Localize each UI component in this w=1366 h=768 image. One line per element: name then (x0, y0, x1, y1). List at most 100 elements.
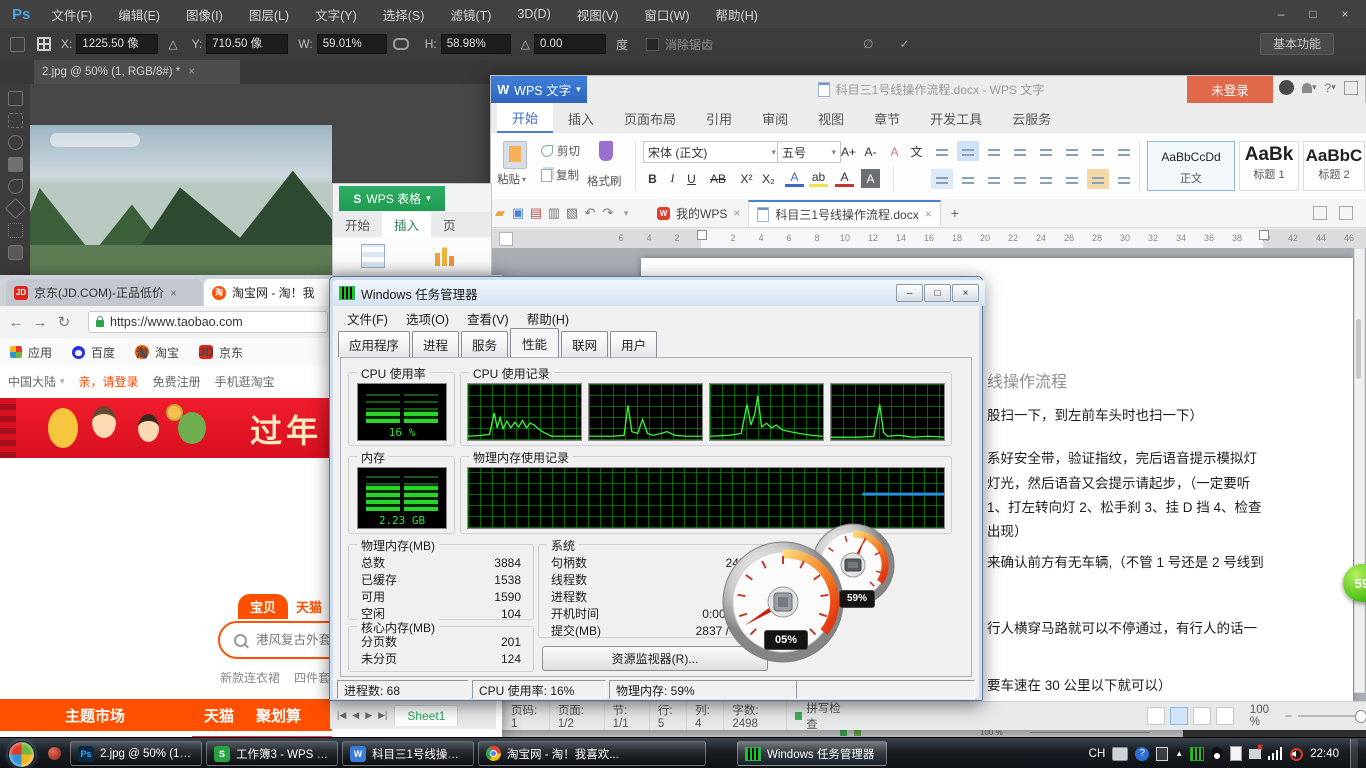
nav-tmall[interactable]: 天猫 (204, 705, 234, 726)
first-sheet-icon[interactable]: |◀ (334, 710, 349, 721)
menu-item[interactable]: 选项(O) (397, 309, 458, 328)
minimize-icon[interactable]: – (896, 284, 923, 302)
insert-table-icon[interactable] (1113, 141, 1135, 161)
menu-item[interactable]: 视图(V) (564, 0, 632, 28)
tab-stop-selector[interactable] (499, 232, 513, 246)
bullet-list-icon[interactable] (931, 141, 953, 161)
sheets-zoom-slider[interactable] (1030, 732, 1150, 733)
close-icon[interactable]: × (1332, 7, 1358, 21)
ribbon-tab[interactable]: 审阅 (747, 103, 803, 133)
commit-transform-icon[interactable]: ✓ (899, 37, 909, 51)
stamp-tool-icon[interactable] (8, 223, 23, 238)
align-left-icon[interactable] (931, 169, 953, 189)
reload-icon[interactable]: ↻ (52, 313, 76, 331)
nav-market[interactable]: 主题市场 (0, 705, 190, 726)
tab[interactable]: 应用程序 (338, 331, 410, 357)
ribbon-tab[interactable]: 云服务 (997, 103, 1066, 133)
spellcheck-label[interactable]: 拼写检查 (806, 700, 847, 732)
account-icon[interactable]: ▾ (1302, 82, 1317, 93)
address-bar[interactable]: https://www.taobao.com (88, 311, 328, 333)
export-pdf-icon[interactable]: ▤ (527, 203, 545, 223)
mobile-link[interactable]: 手机逛淘宝 (215, 373, 275, 390)
text-effects-button[interactable]: A (785, 169, 804, 187)
register-link[interactable]: 免费注册 (153, 373, 201, 390)
view-outline-icon[interactable] (1193, 707, 1211, 725)
shrink-font-button[interactable]: A- (861, 142, 880, 161)
back-icon[interactable]: ← (4, 314, 28, 331)
x-input[interactable]: 1225.50 像 (76, 34, 158, 54)
sheet-tab[interactable]: Sheet1 (394, 705, 458, 726)
zoom-out-icon[interactable]: − (1285, 709, 1292, 723)
cancel-transform-icon[interactable]: ∅ (863, 37, 873, 51)
decrease-indent-icon[interactable] (1009, 141, 1031, 161)
close-icon[interactable]: × (733, 206, 740, 220)
bookmark-jd[interactable]: 京东 (219, 344, 243, 361)
close-icon[interactable]: × (952, 284, 979, 302)
line-spacing-icon[interactable] (1061, 169, 1083, 189)
photoshop-document-tab[interactable]: 2.jpg @ 50% (1, RGB/8#) * × (34, 60, 240, 84)
marquee-tool-icon[interactable] (8, 113, 23, 128)
tab[interactable]: 性能 (510, 328, 559, 358)
uploading-icon[interactable] (1339, 206, 1353, 220)
text-tool-icon[interactable] (8, 245, 23, 260)
print-preview-icon[interactable]: ▧ (563, 203, 581, 223)
ribbon-tab[interactable]: 开始 (497, 103, 553, 133)
newyear-banner[interactable]: 过年 (0, 398, 332, 458)
insert-table-icon[interactable] (361, 244, 385, 268)
clear-format-icon[interactable]: A (885, 142, 904, 161)
ribbon-tab[interactable]: 章节 (859, 103, 915, 133)
increase-indent-icon[interactable] (1035, 141, 1057, 161)
ribbon-tab[interactable]: 插入 (553, 103, 609, 133)
login-button[interactable]: 未登录 (1187, 76, 1273, 103)
style-heading2[interactable]: AaBbC 标题 2 (1303, 141, 1365, 191)
ribbon-tab[interactable]: 视图 (803, 103, 859, 133)
indent-marker-right[interactable] (1259, 230, 1269, 240)
tab-home-wps[interactable]: W 我的WPS × (649, 201, 748, 225)
horizontal-ruler[interactable]: 6422468101214161820222426283032343638404… (491, 229, 1366, 249)
pinyin-button[interactable]: 文 (907, 142, 926, 161)
save-icon[interactable]: ▣ (509, 203, 527, 223)
ribbon-tab[interactable]: 开发工具 (915, 103, 997, 133)
transform-tool-icon[interactable] (10, 37, 25, 52)
close-icon[interactable]: × (925, 207, 932, 221)
search-input[interactable] (254, 632, 338, 648)
taskbar-button-writer[interactable]: W 科目三1号线操作流... (342, 741, 474, 766)
tm-tray-icon[interactable] (1190, 747, 1204, 761)
highlight-button[interactable]: ab (809, 169, 828, 187)
menu-item[interactable]: 查看(V) (458, 309, 518, 328)
close-icon[interactable]: × (170, 286, 177, 300)
insert-chart-icon[interactable] (433, 244, 455, 266)
zoom-slider-thumb[interactable] (1355, 710, 1366, 723)
menu-item[interactable]: 文件(F) (38, 0, 105, 28)
y-input[interactable]: 710.50 像 (206, 34, 288, 54)
prev-sheet-icon[interactable]: ◀ (349, 710, 362, 721)
paste-button[interactable]: 粘贴▾ (497, 171, 526, 187)
print-icon[interactable]: ▥ (545, 203, 563, 223)
menu-item[interactable]: 3D(D) (504, 0, 563, 28)
menu-item[interactable]: 帮助(H) (518, 309, 578, 328)
eyedropper-tool-icon[interactable] (8, 179, 23, 194)
browser-tab-taobao[interactable]: 淘 淘宝网 - 淘！我 (204, 279, 334, 306)
new-tab-icon[interactable]: + (951, 205, 959, 221)
taskbar-button-photoshop[interactable]: Ps 2.jpg @ 50% (1, R... (70, 741, 202, 766)
ribbon-tab[interactable]: 页 (431, 212, 468, 237)
signal-bars-icon[interactable] (1268, 747, 1283, 760)
ribbon-tab[interactable]: 引用 (691, 103, 747, 133)
nav-juhuasuan[interactable]: 聚划算 (256, 705, 301, 726)
network-icon[interactable] (1249, 749, 1261, 759)
maximize-icon[interactable]: □ (1300, 7, 1326, 21)
style-heading1[interactable]: AaBk 标题 1 (1239, 141, 1299, 191)
ime-indicator[interactable]: CH (1089, 748, 1106, 760)
search-tab-tmall[interactable]: 天猫 (296, 594, 322, 619)
menu-item[interactable]: 文字(Y) (302, 0, 370, 28)
bookmark-apps[interactable]: 应用 (28, 344, 52, 361)
wps-writer-app-button[interactable]: W WPS 文字 ▾ (491, 76, 587, 103)
number-list-icon[interactable] (957, 141, 979, 161)
cut-button[interactable]: 剪切 (541, 143, 580, 159)
apps-grid-icon[interactable] (10, 346, 22, 358)
next-sheet-icon[interactable]: ▶ (362, 710, 375, 721)
volume-muted-icon[interactable] (1290, 747, 1303, 760)
region-select[interactable]: 中国大陆▾ (8, 373, 65, 390)
format-painter-icon[interactable] (599, 141, 613, 161)
forward-icon[interactable]: → (28, 314, 52, 331)
